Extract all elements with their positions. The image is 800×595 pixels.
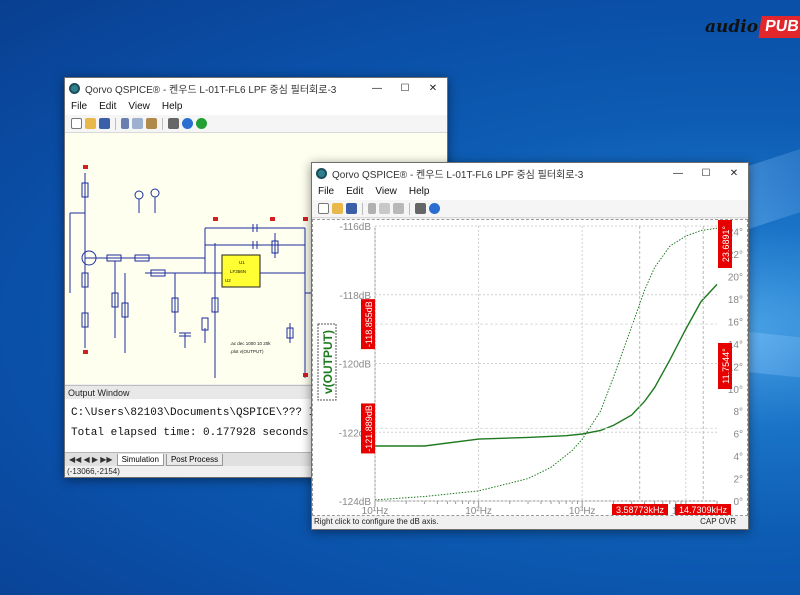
- x-tick-label: 10²Hz: [465, 506, 492, 515]
- y-left-tick-label: -116dB: [339, 222, 371, 233]
- bode-chart: 10¹Hz10²Hz10³Hz10⁴Hz-116dB-118dB-120dB-1…: [317, 220, 743, 517]
- schematic-titlebar[interactable]: Qorvo QSPICE® - 켄우드 L-01T-FL6 LPF 중심 필터회…: [65, 78, 447, 98]
- x-tick-label: 10³Hz: [569, 506, 596, 515]
- y-right-tick-label: 4°: [733, 452, 743, 463]
- trace-legend[interactable]: v(OUTPUT): [317, 323, 337, 401]
- menu-edit[interactable]: Edit: [93, 101, 122, 112]
- cursor-x1-label: 3.58773kHz: [616, 505, 665, 515]
- schematic-window-title: Qorvo QSPICE® - 켄우드 L-01T-FL6 LPF 중심 필터회…: [85, 84, 337, 96]
- waveform-plot[interactable]: 10¹Hz10²Hz10³Hz10⁴Hz-116dB-118dB-120dB-1…: [312, 219, 748, 517]
- magnitude-trace: [375, 283, 718, 447]
- cut-icon[interactable]: [121, 118, 129, 129]
- help-icon[interactable]: [429, 203, 440, 214]
- print-icon[interactable]: [168, 118, 179, 129]
- toolbar-separator: [362, 202, 363, 215]
- close-button[interactable]: ✕: [720, 163, 748, 183]
- phase-trace: [374, 227, 718, 501]
- waveform-window-title: Qorvo QSPICE® - 켄우드 L-01T-FL6 LPF 중심 필터회…: [332, 169, 584, 181]
- cursor-y2-left-label: -121.889dB: [364, 405, 374, 452]
- toolbar-separator: [409, 202, 410, 215]
- waveform-window: Qorvo QSPICE® - 켄우드 L-01T-FL6 LPF 중심 필터회…: [311, 162, 749, 530]
- y-right-tick-label: 0°: [733, 497, 743, 508]
- audiopub-logo: audio PUB: [705, 12, 800, 42]
- cut-icon[interactable]: [368, 203, 376, 214]
- save-icon[interactable]: [99, 118, 110, 129]
- new-file-icon[interactable]: [71, 118, 82, 129]
- menu-view[interactable]: View: [369, 186, 403, 197]
- waveform-titlebar[interactable]: Qorvo QSPICE® - 켄우드 L-01T-FL6 LPF 중심 필터회…: [312, 163, 748, 183]
- menu-view[interactable]: View: [122, 101, 156, 112]
- open-folder-icon[interactable]: [85, 118, 96, 129]
- paste-icon[interactable]: [393, 203, 404, 214]
- schematic-menubar: File Edit View Help: [65, 98, 447, 115]
- tab-simulation[interactable]: Simulation: [116, 453, 164, 466]
- y-right-tick-label: 18°: [728, 295, 743, 306]
- menu-file[interactable]: File: [312, 186, 340, 197]
- minimize-button[interactable]: —: [363, 78, 391, 98]
- cursor-y1-left-label: -118.855dB: [364, 301, 374, 347]
- opamp-label: LF356N: [230, 269, 246, 274]
- y-left-tick-label: -120dB: [339, 360, 372, 371]
- y-right-tick-label: 20°: [728, 273, 743, 284]
- toolbar-separator: [162, 117, 163, 130]
- menu-help[interactable]: Help: [403, 186, 436, 197]
- qspice-app-icon: [316, 167, 327, 179]
- trace-name-label: v(OUTPUT): [321, 330, 335, 394]
- menu-file[interactable]: File: [65, 101, 93, 112]
- status-caps: CAP OVR: [700, 517, 736, 526]
- new-file-icon[interactable]: [318, 203, 329, 214]
- cursor-x2-label: 14.7309kHz: [679, 505, 728, 515]
- y-left-tick-label: -124dB: [339, 497, 372, 508]
- logo-brand: PUB: [758, 16, 800, 38]
- logo-prefix: audio: [705, 17, 759, 37]
- cursor-y2-right-label: 11.7544°: [721, 348, 731, 384]
- plot-directive: .plot v(OUTPUT): [230, 349, 264, 354]
- maximize-button[interactable]: ☐: [391, 78, 419, 98]
- status-hint: Right click to configure the dB axis.: [314, 517, 439, 526]
- help-icon[interactable]: [182, 118, 193, 129]
- paste-icon[interactable]: [146, 118, 157, 129]
- waveform-menubar: File Edit View Help: [312, 183, 748, 200]
- tab-nav-arrows[interactable]: ◀◀ ◀ ▶ ▶▶: [69, 455, 113, 464]
- opamp-ref-u1: U1: [239, 260, 245, 265]
- toolbar-separator: [115, 117, 116, 130]
- opamp-ref-u2: U2: [225, 278, 231, 283]
- y-right-tick-label: 8°: [733, 407, 743, 418]
- run-simulation-icon[interactable]: [196, 118, 207, 129]
- menu-edit[interactable]: Edit: [340, 186, 369, 197]
- print-icon[interactable]: [415, 203, 426, 214]
- waveform-status-bar: Right click to configure the dB axis. CA…: [312, 516, 748, 528]
- schematic-toolbar: [65, 115, 447, 133]
- copy-icon[interactable]: [132, 118, 143, 129]
- maximize-button[interactable]: ☐: [692, 163, 720, 183]
- minimize-button[interactable]: —: [664, 163, 692, 183]
- tab-post-process[interactable]: Post Process: [165, 453, 224, 466]
- save-icon[interactable]: [346, 203, 357, 214]
- cursor-y1-right-label: 23.6891°: [721, 226, 731, 263]
- y-right-tick-label: 16°: [728, 317, 743, 328]
- close-button[interactable]: ✕: [419, 78, 447, 98]
- waveform-toolbar: [312, 200, 748, 218]
- menu-help[interactable]: Help: [156, 101, 189, 112]
- qspice-app-icon: [69, 82, 80, 94]
- open-folder-icon[interactable]: [332, 203, 343, 214]
- y-right-tick-label: 2°: [733, 475, 743, 486]
- ac-directive: .ac dec 1000 10 20k: [230, 341, 271, 346]
- copy-icon[interactable]: [379, 203, 390, 214]
- y-right-tick-label: 6°: [733, 430, 743, 441]
